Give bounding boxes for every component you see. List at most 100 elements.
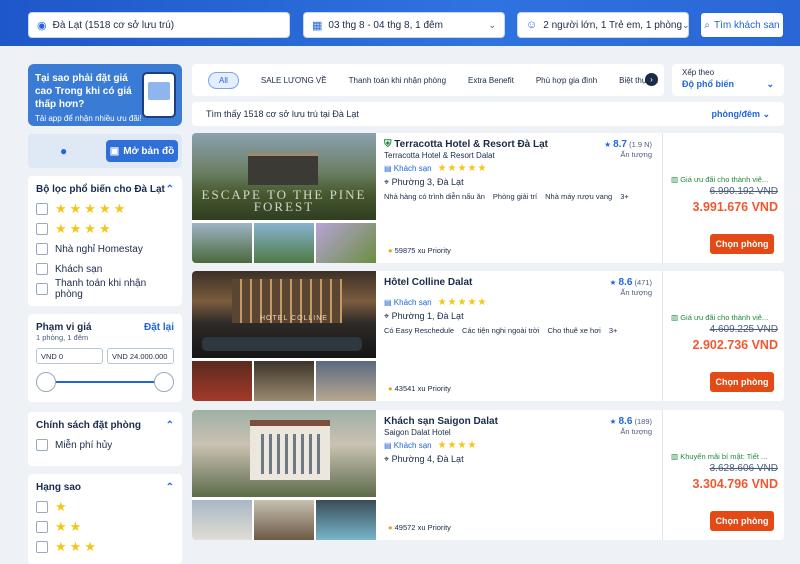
booking-policy-header[interactable]: Chính sách đặt phòng ⌃ — [36, 420, 174, 431]
guests-value: 2 người lớn, 1 Trẻ em, 1 phòng — [543, 19, 683, 31]
hotel-type: ▤ Khách sạn — [384, 441, 432, 450]
filter-tabs: All SALE LƯƠNG VỀ Thanh toán khi nhận ph… — [192, 64, 664, 96]
checkbox[interactable] — [36, 263, 48, 275]
price-unit-dropdown[interactable]: phòng/đêm ⌄ — [711, 109, 770, 120]
checkbox[interactable] — [36, 243, 48, 255]
star-rating-panel: Hạng sao ⌃ ★ ★★ ★★★ — [28, 474, 182, 564]
five-stars-icon: ★★★★★ — [55, 201, 129, 216]
chevron-right-icon[interactable]: › — [645, 73, 658, 86]
slider-min-handle[interactable] — [36, 372, 56, 392]
max-price-input[interactable]: VND 24.000.000 — [107, 348, 174, 364]
checkbox[interactable] — [36, 203, 48, 215]
rating-icon: ★ — [609, 278, 617, 287]
choose-room-button[interactable]: Chọn phòng — [710, 372, 774, 392]
sort-value: Độ phổ biến — [682, 79, 734, 89]
open-map-button[interactable]: ▣ Mở bản đồ — [106, 140, 178, 162]
hotel-thumbnail[interactable] — [316, 223, 376, 263]
sort-label: Xếp theo — [682, 68, 715, 77]
open-map-label: Mở bản đồ — [123, 145, 175, 157]
results-count: Tìm thấy 1518 cơ sở lưu trú tại Đà Lạt — [206, 109, 359, 119]
checkbox[interactable] — [36, 223, 48, 235]
tab-extra-benefit[interactable]: Extra Benefit — [468, 76, 514, 85]
checkbox[interactable] — [36, 541, 48, 553]
hotel-main-image[interactable] — [192, 410, 376, 497]
hotel-card[interactable]: ESCAPE TO THE PINE FOREST ⛨ Terracotta H… — [192, 133, 784, 263]
star-3-option[interactable]: ★★★ — [36, 537, 174, 557]
min-price-input[interactable]: VND 0 — [36, 348, 103, 364]
star-2-option[interactable]: ★★ — [36, 517, 174, 537]
image-caption: HOTEL COLLINE — [260, 315, 328, 322]
hotel-rating: ★ 8.6 (189) Ấn tượng — [609, 416, 652, 436]
map-pin-icon: ● — [60, 144, 68, 158]
checkbox[interactable] — [36, 283, 48, 295]
hotel-thumbnail[interactable] — [254, 223, 314, 263]
tab-all[interactable]: All — [208, 71, 239, 89]
price-slider[interactable] — [36, 370, 174, 394]
booking-policy-title: Chính sách đặt phòng — [36, 420, 141, 431]
tab-sale[interactable]: SALE LƯƠNG VỀ — [261, 76, 327, 85]
filter-hotel[interactable]: Khách sạn — [36, 259, 174, 279]
filter-homestay[interactable]: Nhà nghỉ Homestay — [36, 239, 174, 259]
calendar-icon: ▦ — [312, 19, 323, 32]
slider-max-handle[interactable] — [154, 372, 174, 392]
map-preview[interactable]: ● ▣ Mở bản đồ — [28, 134, 182, 168]
hotel-thumbnail[interactable] — [254, 361, 314, 401]
tab-family[interactable]: Phù hợp gia đình — [536, 76, 597, 85]
date-value: 03 thg 8 - 04 thg 8, 1 đêm — [328, 19, 443, 31]
hotel-thumbnail[interactable] — [192, 500, 252, 540]
search-button[interactable]: ⌕ Tìm khách san — [700, 12, 784, 38]
hotel-thumbnail[interactable] — [316, 361, 376, 401]
rating-icon: ★ — [604, 140, 611, 149]
hotel-thumbnail[interactable] — [192, 361, 252, 401]
app-promo-banner[interactable]: Tại sao phải đặt giá cao Trong khi có gi… — [28, 64, 182, 126]
filter-5-stars[interactable]: ★★★★★ — [36, 199, 174, 219]
tab-pay-at-hotel[interactable]: Thanh toán khi nhận phòng — [349, 76, 446, 85]
original-price: 6.990.192 VND — [709, 186, 778, 197]
hotel-name[interactable]: Terracotta Hotel & Resort Đà Lạt — [394, 139, 548, 150]
checkbox[interactable] — [36, 521, 48, 533]
hotel-thumbnail[interactable] — [192, 223, 252, 263]
guests-field[interactable]: ☺ 2 người lớn, 1 Trẻ em, 1 phòng ⌄ — [517, 12, 689, 38]
people-icon: ☺ — [526, 19, 538, 31]
hotel-location: Phường 4, Đà Lạt — [391, 454, 464, 464]
checkbox[interactable] — [36, 501, 48, 513]
slider-track — [44, 381, 166, 383]
discounted-price: 2.902.736 VND — [692, 338, 778, 352]
reset-price-link[interactable]: Đặt lại — [144, 322, 174, 333]
price-section: ▥ Khuyến mãi bí mật: Tiết ... 3.628.606 … — [662, 410, 784, 540]
booking-policy-panel: Chính sách đặt phòng ⌃ Miễn phí hủy — [28, 412, 182, 466]
hotel-stars: ★★★★★ — [437, 297, 488, 308]
choose-room-button[interactable]: Chọn phòng — [710, 234, 774, 254]
hotel-thumbnail[interactable] — [254, 500, 314, 540]
hotel-card[interactable]: HOTEL COLLINE Hôtel Colline Dalat ▤ Khác… — [192, 271, 784, 401]
location-field[interactable]: ◉ Đà Lạt (1518 cơ sở lưu trú) — [28, 12, 290, 38]
cars-shape — [202, 337, 362, 351]
choose-room-button[interactable]: Chọn phòng — [710, 511, 774, 531]
hotel-type: ▤ Khách sạn — [384, 164, 432, 173]
search-header: ◉ Đà Lạt (1518 cơ sở lưu trú) ▦ 03 thg 8… — [0, 0, 800, 46]
star-1-option[interactable]: ★ — [36, 497, 174, 517]
filter-pay-at-hotel[interactable]: Thanh toán khi nhận phòng — [36, 278, 174, 300]
discounted-price: 3.991.676 VND — [692, 200, 778, 214]
hotel-rating: ★ 8.6 (471) Ấn tượng — [609, 277, 652, 297]
hotel-thumbnail[interactable] — [316, 500, 376, 540]
filter-label: Thanh toán khi nhận phòng — [55, 278, 147, 300]
filter-free-cancel[interactable]: Miễn phí hủy — [36, 435, 174, 455]
deal-text: Khuyến mãi bí mật: Tiết ... — [680, 452, 768, 461]
hotel-amenities: Có Easy Reschedule Các tiện nghi ngoài tr… — [384, 326, 618, 335]
hotel-main-image[interactable]: ESCAPE TO THE PINE FOREST — [192, 133, 376, 220]
sort-dropdown[interactable]: Xếp theo Độ phổ biến ⌄ — [672, 64, 784, 96]
deal-icon: ▥ — [671, 452, 679, 461]
hotel-card[interactable]: Khách sạn Saigon Dalat Saigon Dalat Hote… — [192, 410, 784, 540]
popular-filters-header[interactable]: Bộ lọc phổ biến cho Đà Lạt ⌃ — [36, 184, 174, 195]
star-rating-header[interactable]: Hạng sao ⌃ — [36, 482, 174, 493]
location-pin-icon: ⌖ — [384, 454, 390, 464]
hotel-main-image[interactable]: HOTEL COLLINE — [192, 271, 376, 358]
date-field[interactable]: ▦ 03 thg 8 - 04 thg 8, 1 đêm ⌄ — [303, 12, 505, 38]
checkbox[interactable] — [36, 439, 48, 451]
promo-title: Tại sao phải đặt giá cao Trong khi có gi… — [35, 73, 132, 110]
filter-4-stars[interactable]: ★★★★ — [36, 219, 174, 239]
deal-text: Giá ưu đãi cho thành viê... — [680, 175, 769, 184]
image-caption: ESCAPE TO THE PINE FOREST — [201, 187, 367, 214]
coin-icon: ● — [388, 246, 393, 255]
